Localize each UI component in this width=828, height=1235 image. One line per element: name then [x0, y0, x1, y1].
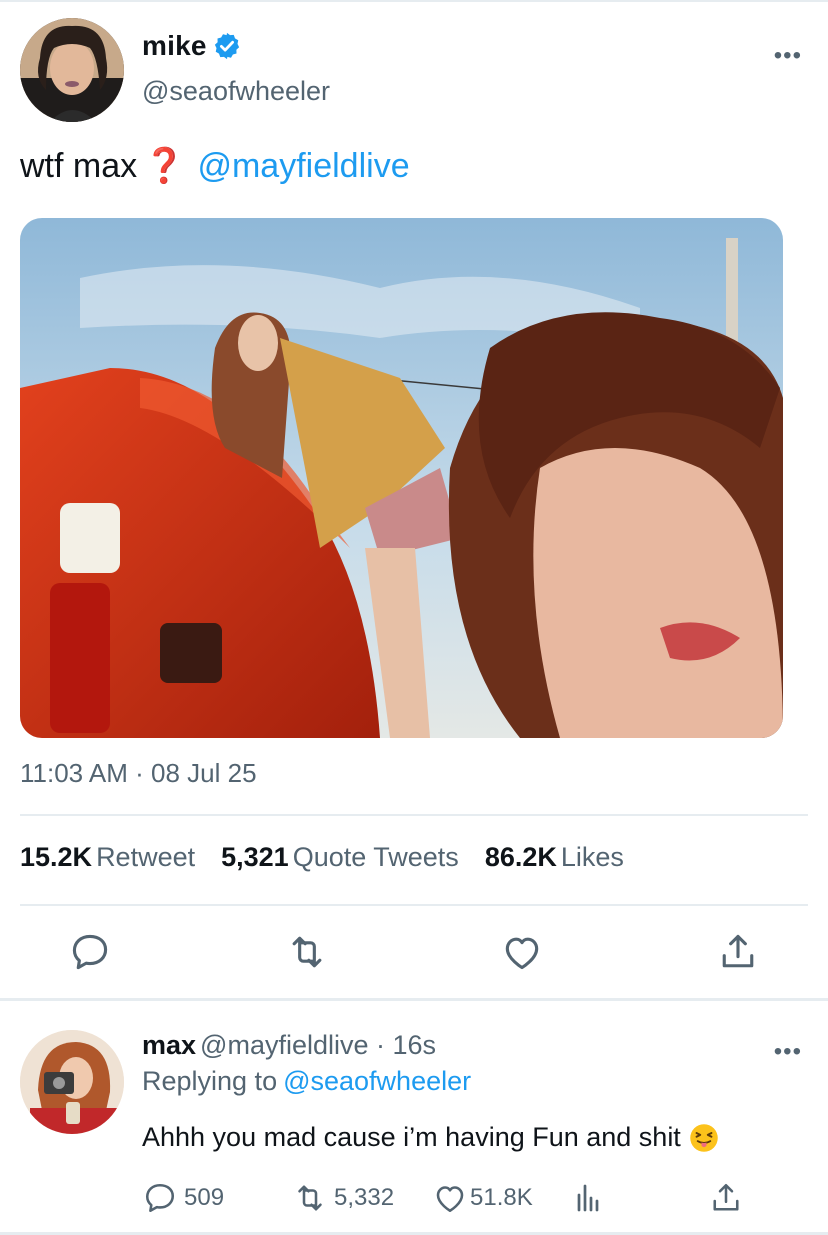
tweet-text-body: wtf max	[20, 147, 138, 185]
reply-actions: 509 5,332 51.8K	[142, 1180, 802, 1220]
section-separator	[0, 998, 828, 1001]
share-icon	[713, 1183, 739, 1211]
replying-to: Replying to @seaofwheeler	[142, 1066, 471, 1097]
reply-reply-button[interactable]: 509	[142, 1180, 224, 1216]
reply-text-body: Ahhh you mad cause i’m having Fun and sh…	[142, 1122, 681, 1152]
tweet-text: wtf max ❓ @mayfieldlive	[20, 146, 410, 186]
reply-icon	[72, 934, 108, 970]
retweet-button[interactable]	[285, 930, 329, 974]
avatar-image	[20, 1030, 124, 1134]
display-name[interactable]: mike	[142, 30, 207, 62]
analytics-icon	[577, 1184, 599, 1212]
tweet-header: mike @seaofwheeler •••	[20, 18, 810, 123]
tweet-stats: 15.2K Retweet 5,321 Quote Tweets 86.2K Like…	[20, 842, 624, 873]
more-options-button[interactable]: •••	[774, 42, 802, 70]
tweet-timestamp[interactable]: 11:03 AM · 08 Jul 25	[20, 758, 257, 789]
question-mark-emoji-icon: ❓	[143, 147, 186, 185]
reply-like-button[interactable]: 51.8K	[432, 1180, 533, 1216]
reply-tweet[interactable]: max @mayfieldlive · 16s ••• Replying to @s…	[20, 1026, 810, 1226]
tweet-photo[interactable]	[20, 218, 783, 738]
handle[interactable]: @seaofwheeler	[142, 76, 330, 107]
likes-count: 86.2K	[484, 842, 557, 872]
top-border	[0, 0, 828, 2]
likes-label: Likes	[560, 842, 624, 872]
reply-header: max @mayfieldlive · 16s	[142, 1030, 436, 1061]
reply-share-button[interactable]	[708, 1180, 744, 1216]
retweets-stat[interactable]: 15.2K Retweet	[20, 842, 195, 873]
reply-handle-time[interactable]: @mayfieldlive · 16s	[200, 1030, 436, 1060]
like-button[interactable]	[500, 930, 544, 974]
avatar-image	[20, 18, 124, 122]
quote-tweets-label: Quote Tweets	[292, 842, 459, 872]
replying-to-handle[interactable]: @seaofwheeler	[283, 1066, 471, 1096]
tweet-actions	[0, 930, 828, 980]
reply-more-options-button[interactable]: •••	[774, 1038, 802, 1066]
photo-image	[20, 218, 783, 738]
squinting-face-with-tongue-icon	[690, 1123, 718, 1152]
reply-retweets-count: 5,332	[334, 1184, 395, 1211]
reply-button[interactable]	[68, 930, 112, 974]
avatar[interactable]	[20, 1030, 124, 1134]
divider	[20, 814, 808, 816]
retweets-count: 15.2K	[20, 842, 93, 872]
reply-likes-count: 51.8K	[470, 1184, 533, 1211]
reply-text: Ahhh you mad cause i’m having Fun and sh…	[142, 1122, 719, 1153]
reply-display-name[interactable]: max	[142, 1030, 196, 1060]
replying-to-label: Replying to	[142, 1066, 278, 1096]
share-icon	[722, 934, 754, 968]
reply-replies-count: 509	[184, 1184, 225, 1211]
retweet-icon	[292, 936, 322, 968]
avatar[interactable]	[20, 18, 124, 122]
heart-icon	[505, 937, 539, 970]
quote-tweets-count: 5,321	[221, 842, 289, 872]
mention-link[interactable]: @mayfieldlive	[197, 147, 409, 185]
name-row: mike	[142, 30, 242, 62]
divider	[20, 904, 808, 906]
retweet-icon	[298, 1185, 322, 1211]
reply-icon	[145, 1183, 175, 1213]
verified-badge-icon	[214, 32, 239, 60]
reply-retweet-button[interactable]: 5,332	[292, 1180, 394, 1216]
likes-stat[interactable]: 86.2K Likes	[485, 842, 624, 873]
reply-analytics-button[interactable]	[570, 1180, 606, 1216]
share-button[interactable]	[716, 930, 760, 974]
retweets-label: Retweet	[96, 842, 196, 872]
quote-tweets-stat[interactable]: 5,321 Quote Tweets	[221, 842, 459, 873]
heart-icon	[436, 1186, 464, 1213]
